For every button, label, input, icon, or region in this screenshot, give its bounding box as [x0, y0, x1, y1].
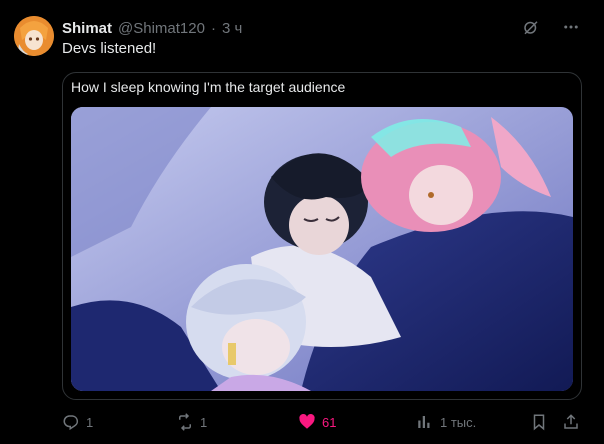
repost-icon: [179, 413, 191, 431]
separator: ·: [210, 19, 216, 37]
share-button[interactable]: [562, 413, 580, 431]
reply-icon: [63, 415, 79, 431]
views-icon: [418, 416, 430, 428]
repost-count: 1: [200, 414, 208, 430]
meme-image[interactable]: [71, 107, 573, 391]
media-card[interactable]: How I sleep knowing I'm the target audie…: [62, 72, 582, 400]
tweet-text: Devs listened!: [62, 40, 157, 57]
avatar[interactable]: [14, 16, 54, 56]
like-button[interactable]: 61: [298, 413, 336, 431]
heart-icon: [299, 413, 315, 429]
meme-caption: How I sleep knowing I'm the target audie…: [71, 79, 346, 95]
like-count: 61: [322, 414, 337, 430]
author-handle[interactable]: @Shimat120: [118, 20, 205, 37]
repost-button[interactable]: 1: [176, 413, 207, 431]
view-count: 1 тыс.: [440, 414, 477, 430]
more-icon[interactable]: [560, 16, 582, 38]
timestamp[interactable]: 3 ч: [222, 20, 242, 37]
grok-icon[interactable]: [520, 16, 542, 38]
tweet[interactable]: Shimat @Shimat120 · 3 ч Devs listened! H…: [0, 0, 604, 444]
action-bar: 1 1 61 1 тыс.: [62, 410, 582, 434]
bookmark-button[interactable]: [530, 413, 548, 431]
reply-button[interactable]: 1: [62, 413, 93, 431]
views-button[interactable]: 1 тыс.: [416, 413, 476, 431]
reply-count: 1: [86, 414, 94, 430]
bookmark-icon: [533, 414, 545, 431]
share-icon: [564, 414, 578, 429]
author-name[interactable]: Shimat: [62, 20, 112, 37]
